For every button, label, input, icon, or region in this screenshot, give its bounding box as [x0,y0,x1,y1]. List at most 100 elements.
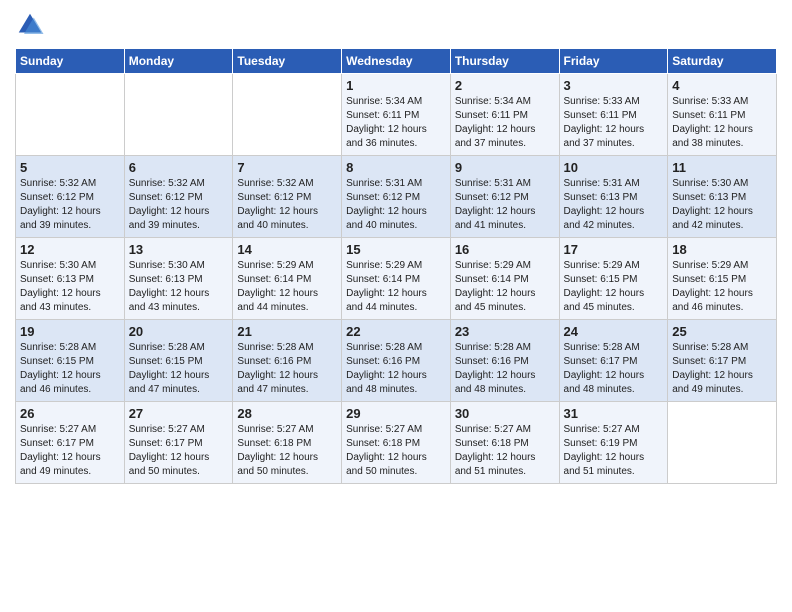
day-number: 30 [455,406,555,421]
day-info: Sunrise: 5:30 AM Sunset: 6:13 PM Dayligh… [129,259,229,315]
calendar-cell: 28 Sunrise: 5:27 AM Sunset: 6:18 PM Dayli… [233,402,342,484]
weekday-header: Saturday [668,49,777,74]
day-number: 25 [672,324,772,339]
weekday-header: Wednesday [342,49,451,74]
day-number: 2 [455,78,555,93]
day-info: Sunrise: 5:27 AM Sunset: 6:18 PM Dayligh… [455,423,555,479]
day-info: Sunrise: 5:28 AM Sunset: 6:16 PM Dayligh… [346,341,446,397]
day-number: 4 [672,78,772,93]
calendar-cell: 8 Sunrise: 5:31 AM Sunset: 6:12 PM Daylig… [342,156,451,238]
calendar-cell [124,74,233,156]
day-info: Sunrise: 5:28 AM Sunset: 6:16 PM Dayligh… [237,341,337,397]
day-number: 24 [564,324,664,339]
calendar-cell: 29Sunrise: 5:27 AM Sunset: 6:18 PM Dayli… [342,402,451,484]
day-info: Sunrise: 5:28 AM Sunset: 6:15 PM Dayligh… [20,341,120,397]
calendar-cell: 5 Sunrise: 5:32 AM Sunset: 6:12 PM Daylig… [16,156,125,238]
day-info: Sunrise: 5:29 AM Sunset: 6:14 PM Dayligh… [346,259,446,315]
day-number: 7 [237,160,337,175]
calendar-cell: 22 Sunrise: 5:28 AM Sunset: 6:16 PM Dayli… [342,320,451,402]
day-info: Sunrise: 5:33 AM Sunset: 6:11 PM Dayligh… [672,95,772,151]
calendar-cell: 2Sunrise: 5:34 AM Sunset: 6:11 PM Daylig… [450,74,559,156]
day-info: Sunrise: 5:29 AM Sunset: 6:15 PM Dayligh… [672,259,772,315]
calendar-cell: 21 Sunrise: 5:28 AM Sunset: 6:16 PM Dayli… [233,320,342,402]
day-info: Sunrise: 5:30 AM Sunset: 6:13 PM Dayligh… [20,259,120,315]
day-number: 22 [346,324,446,339]
day-info: Sunrise: 5:28 AM Sunset: 6:15 PM Dayligh… [129,341,229,397]
weekday-header: Tuesday [233,49,342,74]
calendar-cell [668,402,777,484]
day-number: 14 [237,242,337,257]
day-info: Sunrise: 5:27 AM Sunset: 6:18 PM Dayligh… [237,423,337,479]
day-info: Sunrise: 5:31 AM Sunset: 6:13 PM Dayligh… [564,177,664,233]
day-number: 27 [129,406,229,421]
calendar-cell: 9Sunrise: 5:31 AM Sunset: 6:12 PM Daylig… [450,156,559,238]
day-info: Sunrise: 5:28 AM Sunset: 6:17 PM Dayligh… [672,341,772,397]
calendar-week-row: 19Sunrise: 5:28 AM Sunset: 6:15 PM Dayli… [16,320,777,402]
calendar-cell: 14Sunrise: 5:29 AM Sunset: 6:14 PM Dayli… [233,238,342,320]
calendar-week-row: 1 Sunrise: 5:34 AM Sunset: 6:11 PM Daylig… [16,74,777,156]
day-number: 3 [564,78,664,93]
calendar-cell: 6Sunrise: 5:32 AM Sunset: 6:12 PM Daylig… [124,156,233,238]
calendar-cell: 25 Sunrise: 5:28 AM Sunset: 6:17 PM Dayli… [668,320,777,402]
day-info: Sunrise: 5:27 AM Sunset: 6:17 PM Dayligh… [20,423,120,479]
header [15,10,777,40]
day-number: 28 [237,406,337,421]
calendar-cell: 19Sunrise: 5:28 AM Sunset: 6:15 PM Dayli… [16,320,125,402]
day-number: 5 [20,160,120,175]
calendar-cell: 11Sunrise: 5:30 AM Sunset: 6:13 PM Dayli… [668,156,777,238]
calendar-week-row: 5 Sunrise: 5:32 AM Sunset: 6:12 PM Daylig… [16,156,777,238]
calendar-cell: 7 Sunrise: 5:32 AM Sunset: 6:12 PM Daylig… [233,156,342,238]
day-info: Sunrise: 5:27 AM Sunset: 6:17 PM Dayligh… [129,423,229,479]
day-info: Sunrise: 5:32 AM Sunset: 6:12 PM Dayligh… [20,177,120,233]
calendar-table: SundayMondayTuesdayWednesdayThursdayFrid… [15,48,777,484]
day-info: Sunrise: 5:31 AM Sunset: 6:12 PM Dayligh… [455,177,555,233]
day-number: 1 [346,78,446,93]
calendar-cell: 3 Sunrise: 5:33 AM Sunset: 6:11 PM Daylig… [559,74,668,156]
calendar-week-row: 12Sunrise: 5:30 AM Sunset: 6:13 PM Dayli… [16,238,777,320]
day-info: Sunrise: 5:30 AM Sunset: 6:13 PM Dayligh… [672,177,772,233]
day-number: 17 [564,242,664,257]
day-info: Sunrise: 5:27 AM Sunset: 6:19 PM Dayligh… [564,423,664,479]
day-info: Sunrise: 5:29 AM Sunset: 6:14 PM Dayligh… [455,259,555,315]
day-number: 15 [346,242,446,257]
calendar-cell: 1 Sunrise: 5:34 AM Sunset: 6:11 PM Daylig… [342,74,451,156]
calendar-week-row: 26 Sunrise: 5:27 AM Sunset: 6:17 PM Dayli… [16,402,777,484]
day-number: 10 [564,160,664,175]
day-info: Sunrise: 5:28 AM Sunset: 6:17 PM Dayligh… [564,341,664,397]
day-info: Sunrise: 5:29 AM Sunset: 6:15 PM Dayligh… [564,259,664,315]
calendar-cell: 16 Sunrise: 5:29 AM Sunset: 6:14 PM Dayli… [450,238,559,320]
calendar-cell: 27 Sunrise: 5:27 AM Sunset: 6:17 PM Dayli… [124,402,233,484]
day-info: Sunrise: 5:32 AM Sunset: 6:12 PM Dayligh… [237,177,337,233]
day-info: Sunrise: 5:33 AM Sunset: 6:11 PM Dayligh… [564,95,664,151]
day-number: 16 [455,242,555,257]
logo [15,10,49,40]
weekday-header: Sunday [16,49,125,74]
calendar-cell: 12Sunrise: 5:30 AM Sunset: 6:13 PM Dayli… [16,238,125,320]
calendar-cell: 13 Sunrise: 5:30 AM Sunset: 6:13 PM Dayli… [124,238,233,320]
weekday-header: Thursday [450,49,559,74]
calendar-cell [233,74,342,156]
day-info: Sunrise: 5:31 AM Sunset: 6:12 PM Dayligh… [346,177,446,233]
logo-icon [15,10,45,40]
calendar-cell: 17 Sunrise: 5:29 AM Sunset: 6:15 PM Dayli… [559,238,668,320]
day-number: 31 [564,406,664,421]
day-info: Sunrise: 5:34 AM Sunset: 6:11 PM Dayligh… [346,95,446,151]
day-info: Sunrise: 5:28 AM Sunset: 6:16 PM Dayligh… [455,341,555,397]
day-number: 6 [129,160,229,175]
day-number: 21 [237,324,337,339]
calendar-cell: 10 Sunrise: 5:31 AM Sunset: 6:13 PM Dayli… [559,156,668,238]
calendar-cell: 18Sunrise: 5:29 AM Sunset: 6:15 PM Dayli… [668,238,777,320]
calendar-cell: 26 Sunrise: 5:27 AM Sunset: 6:17 PM Dayli… [16,402,125,484]
calendar-cell: 31 Sunrise: 5:27 AM Sunset: 6:19 PM Dayli… [559,402,668,484]
day-number: 20 [129,324,229,339]
calendar-cell: 4 Sunrise: 5:33 AM Sunset: 6:11 PM Daylig… [668,74,777,156]
day-number: 13 [129,242,229,257]
day-number: 8 [346,160,446,175]
calendar-cell: 20 Sunrise: 5:28 AM Sunset: 6:15 PM Dayli… [124,320,233,402]
day-number: 26 [20,406,120,421]
day-number: 23 [455,324,555,339]
weekday-header: Friday [559,49,668,74]
calendar-cell: 24 Sunrise: 5:28 AM Sunset: 6:17 PM Dayli… [559,320,668,402]
day-number: 29 [346,406,446,421]
calendar-header: SundayMondayTuesdayWednesdayThursdayFrid… [16,49,777,74]
